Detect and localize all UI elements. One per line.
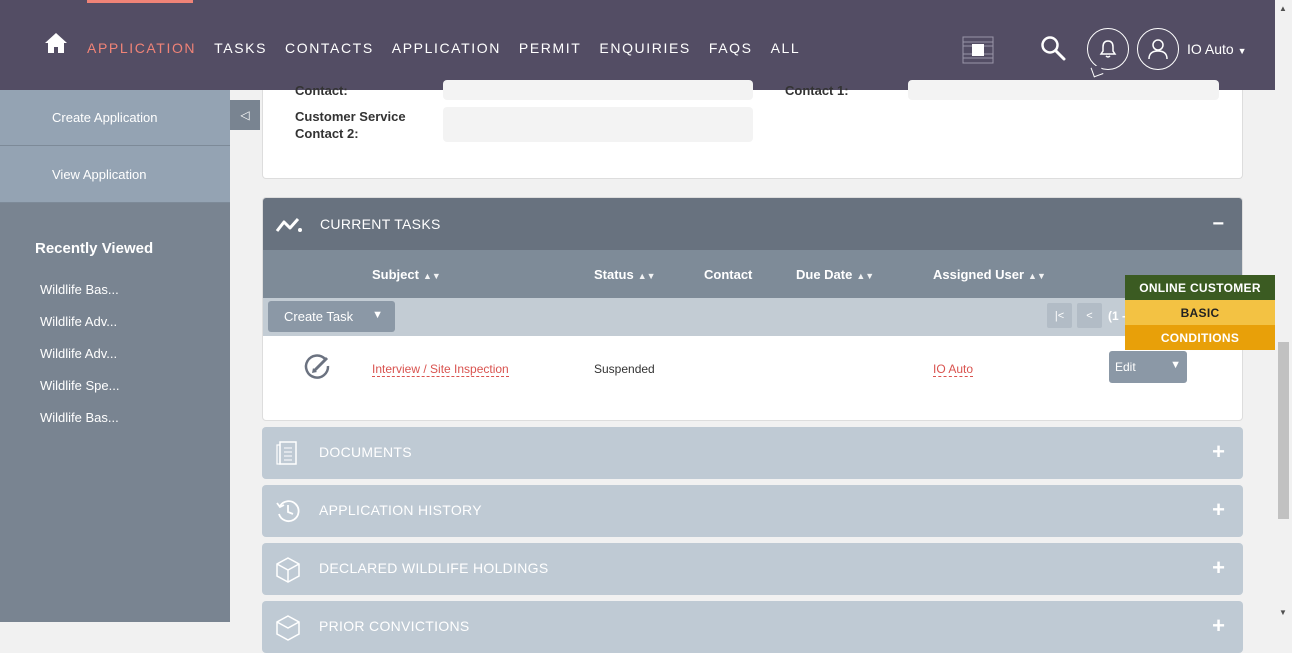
expand-toggle[interactable]: +: [1212, 439, 1225, 465]
expand-toggle[interactable]: +: [1212, 497, 1225, 523]
contact-field[interactable]: [443, 80, 753, 100]
recent-item[interactable]: Wildlife Adv...: [0, 338, 230, 370]
column-status[interactable]: Status ▲▼: [594, 267, 656, 282]
user-name-label: IO Auto: [1187, 41, 1234, 57]
task-status: Suspended: [594, 362, 655, 376]
pager-first-button[interactable]: |<: [1047, 303, 1072, 328]
documents-panel[interactable]: DOCUMENTS +: [262, 427, 1243, 479]
nav-enquiries[interactable]: ENQUIRIES: [599, 40, 690, 56]
tag-online-customer: ONLINE CUSTOMER: [1125, 275, 1275, 300]
create-task-label: Create Task: [284, 309, 354, 324]
application-details-card: Contact: Contact 1: Customer Service Con…: [262, 80, 1243, 179]
edit-button[interactable]: Edit ▼: [1109, 351, 1187, 383]
pager-prev-button[interactable]: <: [1077, 303, 1102, 328]
bubble-tail: [1090, 64, 1104, 78]
nav-tasks[interactable]: TASKS: [214, 40, 267, 56]
page-scrollbar[interactable]: ▲ ▼: [1275, 0, 1292, 622]
contact1-field[interactable]: [908, 80, 1219, 100]
sidebar: Create Application View Application Rece…: [0, 90, 230, 622]
recently-viewed-heading: Recently Viewed: [35, 240, 154, 257]
activity-icon: [275, 218, 302, 232]
cube-icon: [276, 615, 300, 641]
application-history-panel[interactable]: APPLICATION HISTORY +: [262, 485, 1243, 537]
recently-viewed-list: Wildlife Bas... Wildlife Adv... Wildlife…: [0, 274, 230, 434]
current-tasks-title: CURRENT TASKS: [320, 216, 441, 232]
expand-toggle[interactable]: +: [1212, 613, 1225, 639]
recent-item[interactable]: Wildlife Bas...: [0, 274, 230, 306]
tag-conditions: CONDITIONS: [1125, 325, 1275, 350]
quick-create-icon[interactable]: [962, 36, 994, 64]
sort-icon: ▲▼: [856, 271, 875, 281]
user-avatar-button[interactable]: [1137, 28, 1179, 70]
expand-toggle[interactable]: +: [1212, 555, 1225, 581]
chevron-left-icon: ◁: [240, 108, 250, 122]
panel-title: APPLICATION HISTORY: [319, 502, 482, 518]
column-subject[interactable]: Subject ▲▼: [372, 267, 441, 282]
current-tasks-header[interactable]: CURRENT TASKS −: [263, 198, 1242, 250]
nav-permit[interactable]: PERMIT: [519, 40, 582, 56]
sidebar-item-label: Create Application: [52, 110, 158, 125]
edit-task-icon[interactable]: [303, 352, 333, 382]
main-nav: APPLICATION TASKS CONTACTS APPLICATION P…: [87, 40, 800, 56]
tasks-table-header: Subject ▲▼ Status ▲▼ Contact Due Date ▲▼ As…: [263, 250, 1242, 298]
nav-all[interactable]: ALL: [771, 40, 801, 56]
recent-item[interactable]: Wildlife Spe...: [0, 370, 230, 402]
create-task-button[interactable]: Create Task ▼: [268, 301, 395, 332]
user-icon: [1148, 39, 1168, 60]
scroll-up-icon[interactable]: ▲: [1279, 4, 1287, 13]
panel-title: DECLARED WILDLIFE HOLDINGS: [319, 560, 549, 576]
search-icon[interactable]: [1040, 35, 1066, 61]
panel-title: DOCUMENTS: [319, 444, 412, 460]
contact-label: Contact:: [295, 83, 348, 98]
home-icon[interactable]: [44, 32, 68, 54]
document-icon: [276, 441, 297, 465]
chevron-down-icon: ▼: [1237, 46, 1247, 56]
cs-contact2-field[interactable]: [443, 107, 753, 142]
sort-icon: ▲▼: [422, 271, 441, 281]
active-nav-indicator: [87, 0, 193, 3]
history-icon: [276, 500, 300, 523]
cs-contact2-label: Customer Service Contact 2:: [295, 109, 406, 141]
notifications-button[interactable]: [1087, 28, 1129, 78]
dropdown-caret-icon[interactable]: ▼: [1170, 359, 1181, 371]
column-due-date[interactable]: Due Date ▲▼: [796, 267, 874, 282]
edit-label: Edit: [1115, 360, 1136, 374]
column-assigned-user[interactable]: Assigned User ▲▼: [933, 267, 1046, 282]
bell-icon: [1099, 40, 1117, 58]
panel-title: PRIOR CONVICTIONS: [319, 618, 470, 634]
collapse-toggle[interactable]: −: [1212, 213, 1224, 236]
top-navbar: APPLICATION TASKS CONTACTS APPLICATION P…: [0, 0, 1275, 90]
declared-wildlife-holdings-panel[interactable]: DECLARED WILDLIFE HOLDINGS +: [262, 543, 1243, 595]
nav-application[interactable]: APPLICATION: [392, 40, 501, 56]
prior-convictions-panel[interactable]: PRIOR CONVICTIONS +: [262, 601, 1243, 653]
sidebar-create-application[interactable]: Create Application: [0, 90, 230, 146]
sidebar-item-label: View Application: [52, 166, 147, 182]
pager-range: (1 -: [1108, 309, 1126, 323]
recent-item[interactable]: Wildlife Adv...: [0, 306, 230, 338]
scroll-down-icon[interactable]: ▼: [1279, 608, 1287, 617]
assigned-user-link[interactable]: IO Auto: [933, 362, 974, 377]
task-subject-link[interactable]: Interview / Site Inspection: [372, 362, 509, 377]
column-contact: Contact: [704, 267, 753, 282]
tag-basic: BASIC: [1125, 300, 1275, 325]
sort-icon: ▲▼: [637, 271, 656, 281]
sidebar-view-application[interactable]: View Application: [0, 146, 230, 203]
recent-item[interactable]: Wildlife Bas...: [0, 402, 230, 434]
scrollbar-thumb[interactable]: [1278, 342, 1289, 519]
contact1-label: Contact 1:: [785, 83, 849, 98]
current-tasks-panel: CURRENT TASKS − Subject ▲▼ Status ▲▼ Conta…: [262, 197, 1243, 421]
nav-contacts[interactable]: CONTACTS: [285, 40, 374, 56]
nav-faqs[interactable]: FAQS: [709, 40, 753, 56]
sort-icon: ▲▼: [1028, 271, 1046, 281]
table-row: Interview / Site Inspection Suspended IO…: [263, 336, 1242, 420]
dropdown-caret-icon[interactable]: ▼: [372, 309, 383, 321]
user-menu[interactable]: IO Auto ▼: [1187, 41, 1247, 57]
sidebar-collapse-button[interactable]: ◁: [230, 100, 260, 130]
tasks-toolbar: Create Task ▼ |< < (1 -: [263, 298, 1242, 336]
cube-icon: [276, 557, 300, 583]
nav-application-active[interactable]: APPLICATION: [87, 40, 196, 56]
status-tags: ONLINE CUSTOMER BASIC CONDITIONS: [1125, 275, 1275, 350]
